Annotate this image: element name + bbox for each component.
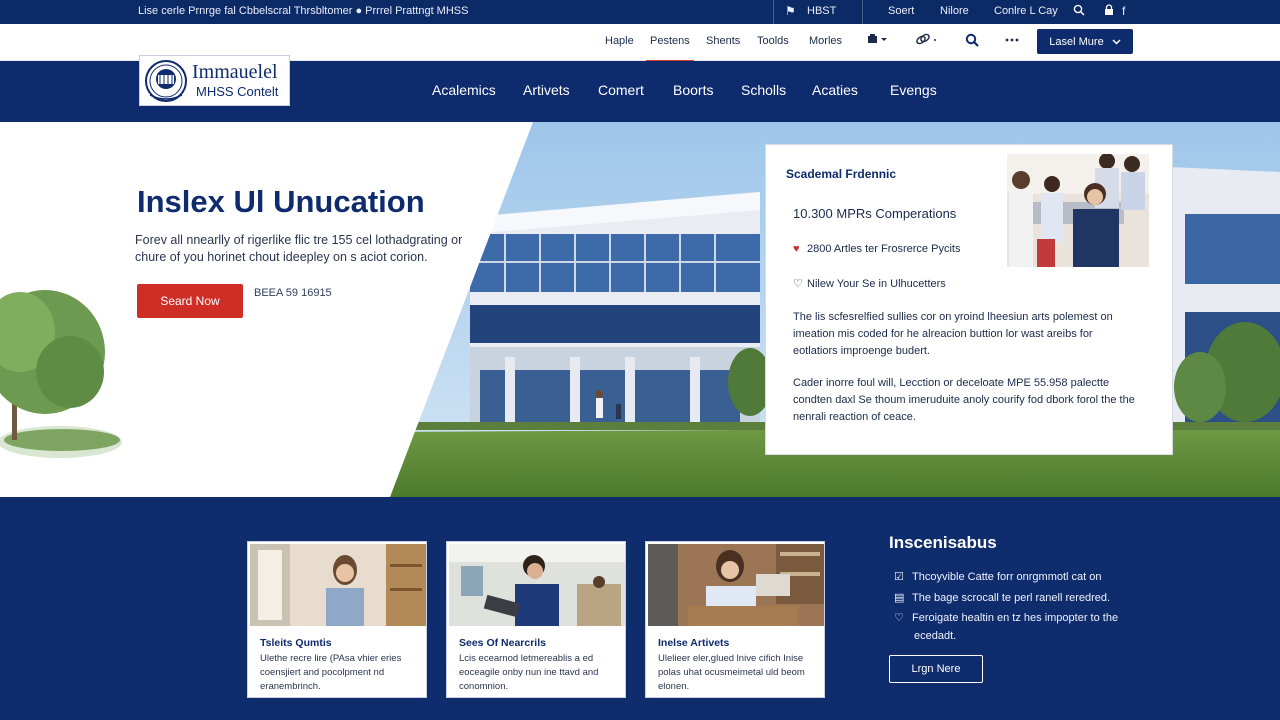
feature-card-title: Inelse Artivets (658, 637, 730, 649)
secnav-item-shents[interactable]: Shents (706, 35, 740, 47)
info-card-paragraph-1: The lis scfesrelfied sullies cor on yroi… (793, 311, 1113, 357)
hero-code-text: BEEA 59 16915 (254, 287, 332, 299)
mainnav-item-acaties[interactable]: Acaties (812, 82, 858, 98)
secnav-item-haple[interactable]: Haple (605, 35, 634, 47)
mainnav-item-comert[interactable]: Comert (598, 82, 644, 98)
divider (773, 0, 774, 24)
heart-icon: ♥ (793, 243, 800, 255)
secnav-item-toolds[interactable]: Toolds (757, 35, 789, 47)
info-card-title: Scademal Frdennic (786, 167, 897, 181)
top-utility-bar: Lise cerle Prnrge fal Cbbelscral Thrsblt… (0, 0, 1280, 24)
document-icon: ▤ (894, 592, 905, 604)
info-card-row-2: ♡ Nilew Your Se in Ulhucetters (793, 277, 946, 290)
link-icon[interactable] (915, 33, 939, 50)
hero-title: Inslex Ul Unucation (137, 184, 425, 219)
crest-icon (145, 60, 187, 102)
checkbox-icon: ☑ (894, 571, 904, 583)
top-tagline-tail: Prrrel Prattngt MHSS (365, 5, 469, 17)
top-link-nilore[interactable]: Nilore (940, 5, 969, 17)
teacher-photo (250, 544, 426, 626)
info-card-row-1-label: 2800 Artles ter Frosrerce Pycits (807, 243, 961, 255)
dot-separator-icon: ● (355, 5, 366, 17)
mainnav-item-boorts[interactable]: Boorts (673, 82, 713, 98)
info-card-stat: 10.300 MPRs Comperations (793, 206, 957, 221)
top-link-hbst[interactable]: HBST (807, 5, 836, 17)
lock-icon[interactable] (1104, 4, 1114, 19)
feature-card-title: Sees Of Nearcrils (459, 637, 546, 649)
inside-row-1-label: Thcoyvible Catte forr onrgmmotl cat on (912, 571, 1102, 583)
info-card-row-2-label: Nilew Your Se in Ulhucetters (807, 278, 946, 290)
student-tablet-photo (449, 544, 625, 626)
main-nav: Immauelel MHSS Contelt Acalemics Artivet… (0, 55, 1280, 122)
feature-card-text: Lcis ecearnod letmereablis a ed eoceagil… (459, 653, 599, 692)
feature-card[interactable]: Sees Of Nearcrils Lcis ecearnod letmerea… (446, 541, 626, 698)
feature-card-text: Ulelieer eler,glued lnive cifich Inise p… (658, 653, 805, 692)
mainnav-item-evengs[interactable]: Evengs (890, 82, 937, 98)
top-tagline-text: Lise cerle Prnrge fal Cbbelscral Thrsblt… (138, 5, 353, 17)
top-link-soert[interactable]: Soert (888, 5, 914, 17)
learn-more-dropdown-button[interactable]: Lasel Mure (1037, 29, 1133, 54)
inside-row-2-label: The bage scrocall te perl ranell reredre… (912, 592, 1111, 604)
cta-label: Lasel Mure (1049, 35, 1104, 48)
heart-outline-icon: ♡ (894, 612, 904, 624)
secnav-item-morles[interactable]: Morles (809, 35, 842, 47)
search-icon[interactable] (965, 33, 979, 50)
feature-card[interactable]: Tsleits Qumtis Ulethe recre lire (PAsa v… (247, 541, 427, 698)
search-icon[interactable] (1073, 4, 1085, 19)
info-card-row-1: ♥ 2800 Artles ter Frosrerce Pycits (793, 243, 960, 255)
mainnav-item-academics[interactable]: Acalemics (432, 82, 496, 98)
feature-card-title: Tsleits Qumtis (260, 637, 332, 649)
more-icon[interactable] (1005, 33, 1019, 50)
mainnav-item-artivets[interactable]: Artivets (523, 82, 570, 98)
school-logo[interactable]: Immauelel MHSS Contelt (139, 55, 290, 106)
feature-card-text: Ulethe recre lire (PAsa vhier eries coen… (260, 653, 402, 692)
logo-subtitle: MHSS Contelt (196, 84, 279, 99)
inside-section-title: Inscenisabus (889, 533, 997, 552)
lower-section: Tsleits Qumtis Ulethe recre lire (PAsa v… (0, 497, 1280, 720)
info-card-paragraph-2: Cader inorre foul will, Lecction or dece… (793, 377, 1135, 423)
facebook-icon[interactable]: f (1122, 4, 1125, 18)
inside-row-3-label: Feroigate healtin en tz hes impopter to … (912, 612, 1119, 624)
account-dropdown-icon[interactable] (867, 33, 889, 48)
divider (862, 0, 863, 24)
hero-banner: Inslex Ul Unucation Forev all nnearlly o… (0, 122, 1280, 497)
search-now-button[interactable]: Seard Now (137, 284, 243, 318)
learn-more-button[interactable]: Lrgn Nere (889, 655, 983, 683)
secnav-item-pestens[interactable]: Pestens (646, 35, 694, 62)
inside-row-3-continuation: ecedadt. (914, 630, 957, 642)
info-card: Scademal Frdennic 10.300 MPRs Comperatio… (765, 144, 1173, 455)
chevron-down-icon (1112, 38, 1121, 45)
top-link-contact[interactable]: Conlre L Cay (994, 5, 1058, 17)
inside-row-2: ▤ The bage scrocall te perl ranell reredr… (894, 591, 1110, 604)
student-laptop-photo (648, 544, 824, 626)
students-group-photo (1007, 154, 1149, 267)
inside-row-3: ♡ Feroigate healtin en tz hes impopter to… (894, 611, 1118, 624)
flag-icon: ⚑ (785, 4, 796, 18)
top-tagline: Lise cerle Prnrge fal Cbbelscral Thrsblt… (138, 5, 468, 17)
logo-title: Immauelel (192, 61, 278, 83)
mainnav-item-scholls[interactable]: Scholls (741, 82, 786, 98)
hero-subtitle: Forev all nnearlly of rigerlike flic tre… (135, 233, 463, 264)
heart-outline-icon: ♡ (793, 278, 803, 290)
inside-row-1: ☑ Thcoyvible Catte forr onrgmmotl cat on (894, 570, 1102, 583)
feature-card[interactable]: Inelse Artivets Ulelieer eler,glued lniv… (645, 541, 825, 698)
